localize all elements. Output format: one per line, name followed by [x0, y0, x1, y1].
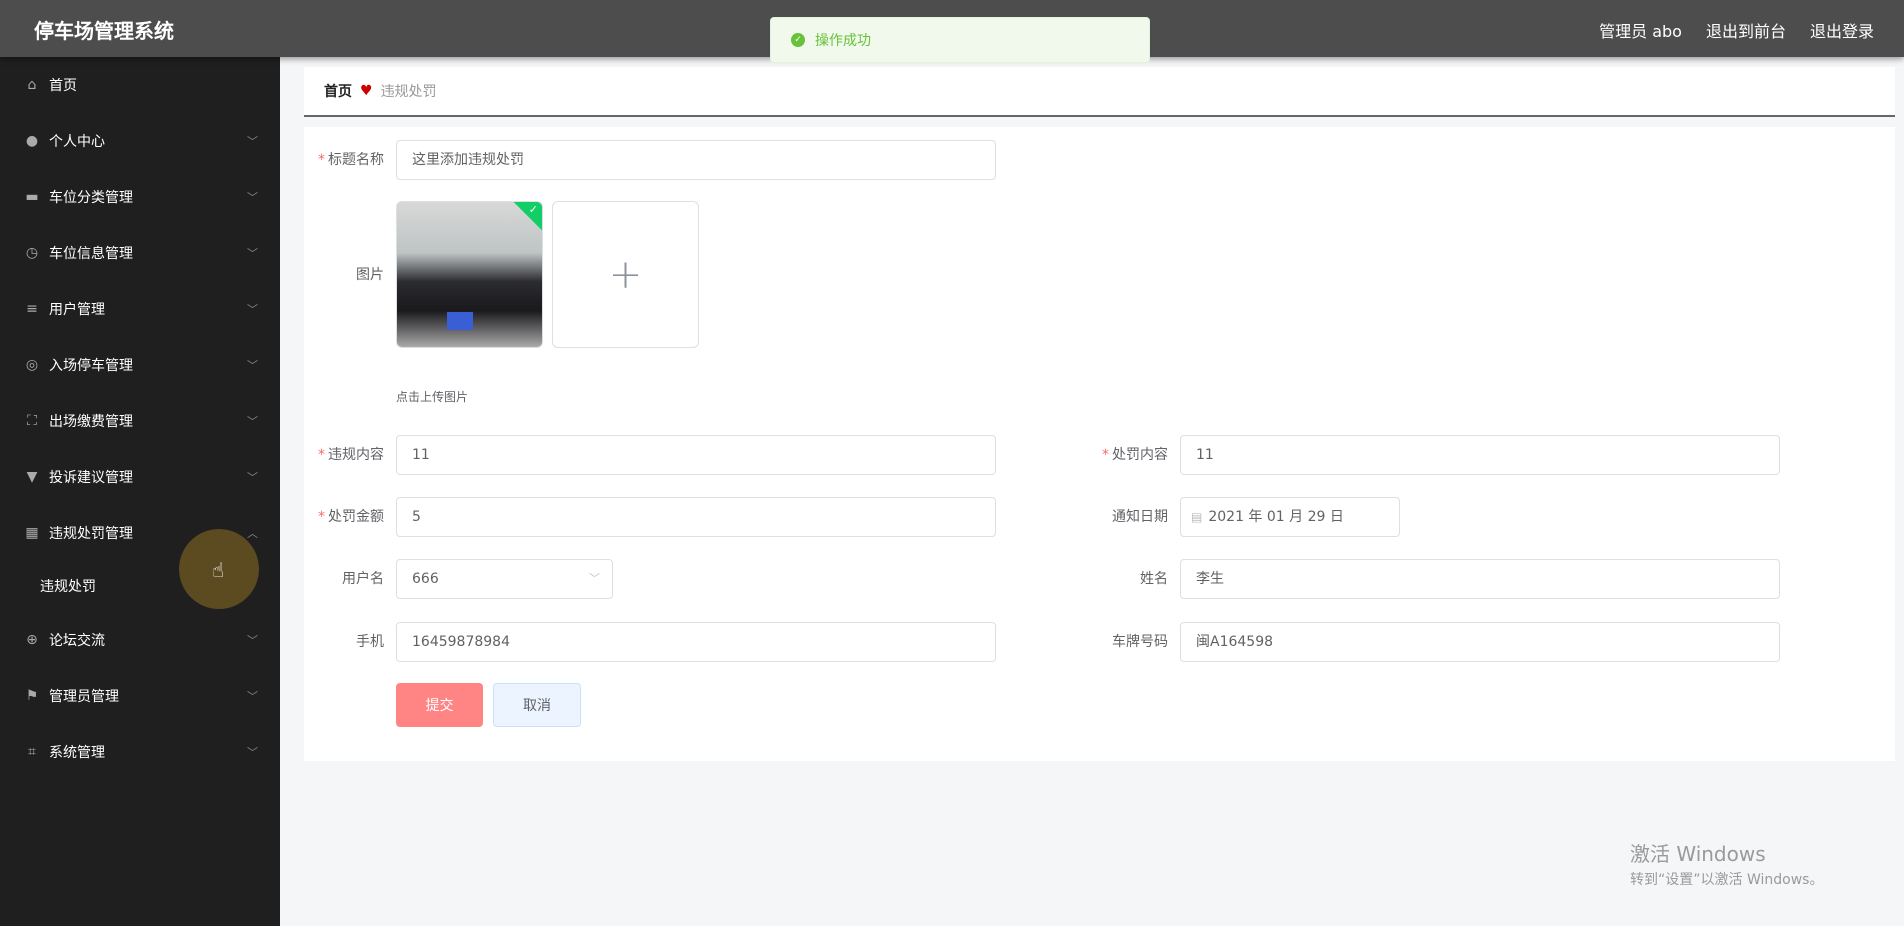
username-label: 用户名: [342, 571, 384, 587]
chevron-down-icon: ﹀: [247, 634, 258, 647]
sidebar-item-space-info[interactable]: ◷ 车位信息管理 ﹀: [0, 225, 280, 281]
cancel-button[interactable]: 取消: [493, 683, 581, 727]
sidebar-item-label: 投诉建议管理: [49, 470, 133, 486]
check-icon: ✓: [528, 203, 538, 216]
sidebar-item-users[interactable]: ≡ 用户管理 ﹀: [0, 281, 280, 337]
sidebar-item-exit[interactable]: ⛶ 出场缴费管理 ﹀: [0, 393, 280, 449]
submenu-item-violation[interactable]: 违规处罚: [40, 576, 96, 596]
watermark-subtitle: 转到“设置”以激活 Windows。: [1630, 872, 1824, 888]
fullscreen-icon: ⛶: [27, 413, 37, 429]
plus-icon: +: [608, 251, 643, 298]
crop-icon: ⌗: [28, 744, 36, 760]
sidebar-item-entry[interactable]: ◎ 入场停车管理 ﹀: [0, 337, 280, 393]
penalty-label: * 处罚内容: [1102, 447, 1168, 463]
sidebar-item-label: 出场缴费管理: [49, 414, 133, 430]
submit-button[interactable]: 提交: [396, 683, 483, 727]
sidebar-item-admins[interactable]: ⚑ 管理员管理 ﹀: [0, 668, 280, 724]
phone-label: 手机: [356, 634, 384, 650]
amount-label: * 处罚金额: [318, 509, 384, 525]
sidebar-item-label: 用户管理: [49, 302, 105, 318]
sidebar-item-forum[interactable]: ⊕ 论坛交流 ﹀: [0, 612, 280, 668]
sidebar-item-label: 车位分类管理: [49, 190, 133, 206]
sidebar-item-label: 系统管理: [49, 745, 105, 761]
grid-icon: ▦: [25, 525, 39, 541]
chevron-down-icon: ﹀: [247, 415, 258, 428]
uploaded-image-thumbnail[interactable]: ✓: [396, 201, 543, 348]
chevron-down-icon: ﹀: [247, 359, 258, 372]
lifebuoy-icon: ◎: [25, 357, 39, 373]
heart-icon: ♥: [360, 83, 373, 99]
mouse-cursor-highlight: ☝: [179, 529, 259, 609]
windows-activation-watermark: 激活 Windows 转到“设置”以激活 Windows。: [1630, 838, 1823, 889]
chevron-down-icon: ﹀: [247, 191, 258, 204]
chevron-down-icon: ﹀: [247, 690, 258, 703]
breadcrumb-home[interactable]: 首页: [324, 81, 352, 101]
breadcrumb: 首页 ♥ 违规处罚: [304, 67, 1895, 117]
sidebar-item-label: 车位信息管理: [49, 246, 133, 262]
sidebar-item-label: 个人中心: [49, 134, 105, 150]
front-page-link[interactable]: 退出到前台: [1706, 18, 1786, 42]
user-icon: ●: [25, 133, 39, 149]
flag-icon: ⚑: [25, 688, 39, 704]
chevron-down-icon: ﹀: [247, 303, 258, 316]
chevron-down-icon: ﹀: [589, 572, 600, 585]
success-toast: ✓ 操作成功: [770, 17, 1150, 63]
plate-input[interactable]: 闽A164598: [1180, 622, 1780, 662]
violation-input[interactable]: 11: [396, 435, 996, 475]
hand-pointer-icon: ☝: [212, 558, 225, 582]
notify-date-picker[interactable]: ▤ 2021 年 01 月 29 日: [1180, 497, 1400, 537]
sidebar-item-personal[interactable]: ● 个人中心 ﹀: [0, 113, 280, 169]
chevron-up-icon: ︿: [247, 527, 258, 540]
image-label: 图片: [356, 267, 384, 283]
username-select[interactable]: 666 ﹀: [396, 559, 613, 599]
check-circle-icon: ✓: [791, 33, 805, 47]
logout-link[interactable]: 退出登录: [1810, 18, 1874, 42]
notify-date-label: 通知日期: [1112, 509, 1168, 525]
sidebar-item-label: 入场停车管理: [49, 358, 133, 374]
app-title: 停车场管理系统: [34, 19, 174, 43]
phone-input[interactable]: 16459878984: [396, 622, 996, 662]
sidebar-item-label: 管理员管理: [49, 689, 119, 705]
chevron-down-icon: ﹀: [247, 471, 258, 484]
violation-label: * 违规内容: [318, 447, 384, 463]
sidebar-item-label: 论坛交流: [49, 633, 105, 649]
crosshair-icon: ⊕: [26, 632, 38, 648]
monitor-icon: ▬: [25, 189, 39, 205]
compass-icon: ◷: [25, 245, 39, 261]
chevron-down-icon: ﹀: [247, 135, 258, 148]
brush-icon: ▼: [26, 469, 38, 485]
chevron-down-icon: ﹀: [247, 247, 258, 260]
plate-label: 车牌号码: [1112, 634, 1168, 650]
home-icon: ⌂: [27, 77, 37, 93]
watermark-title: 激活 Windows: [1630, 842, 1766, 866]
list-icon: ≡: [26, 301, 38, 317]
penalty-input[interactable]: 11: [1180, 435, 1780, 475]
amount-input[interactable]: 5: [396, 497, 996, 537]
sidebar-item-space-category[interactable]: ▬ 车位分类管理 ﹀: [0, 169, 280, 225]
sidebar-item-label: 违规处罚管理: [49, 526, 133, 542]
sidebar-item-system[interactable]: ⌗ 系统管理 ﹀: [0, 724, 280, 780]
upload-hint: 点击上传图片: [396, 390, 469, 404]
admin-user-link[interactable]: 管理员 abo: [1599, 18, 1682, 42]
sidebar: ⌂ 首页 ● 个人中心 ﹀ ▬ 车位分类管理 ﹀ ◷ 车位信息管理 ﹀ ≡ 用户管理 ﹀ ◎ 入场停…: [0, 57, 280, 926]
breadcrumb-current: 违规处罚: [380, 84, 437, 100]
calendar-icon: ▤: [1191, 510, 1203, 524]
toast-message: 操作成功: [815, 33, 871, 49]
sidebar-item-label: 首页: [49, 78, 77, 94]
chevron-down-icon: ﹀: [247, 746, 258, 759]
title-label: * 标题名称: [318, 152, 384, 168]
name-label: 姓名: [1140, 571, 1168, 587]
sidebar-item-complaints[interactable]: ▼ 投诉建议管理 ﹀: [0, 449, 280, 505]
upload-image-button[interactable]: +: [552, 201, 699, 348]
title-input[interactable]: 这里添加违规处罚: [396, 140, 996, 180]
name-input[interactable]: 李生: [1180, 559, 1780, 599]
sidebar-item-home[interactable]: ⌂ 首页: [0, 57, 280, 113]
